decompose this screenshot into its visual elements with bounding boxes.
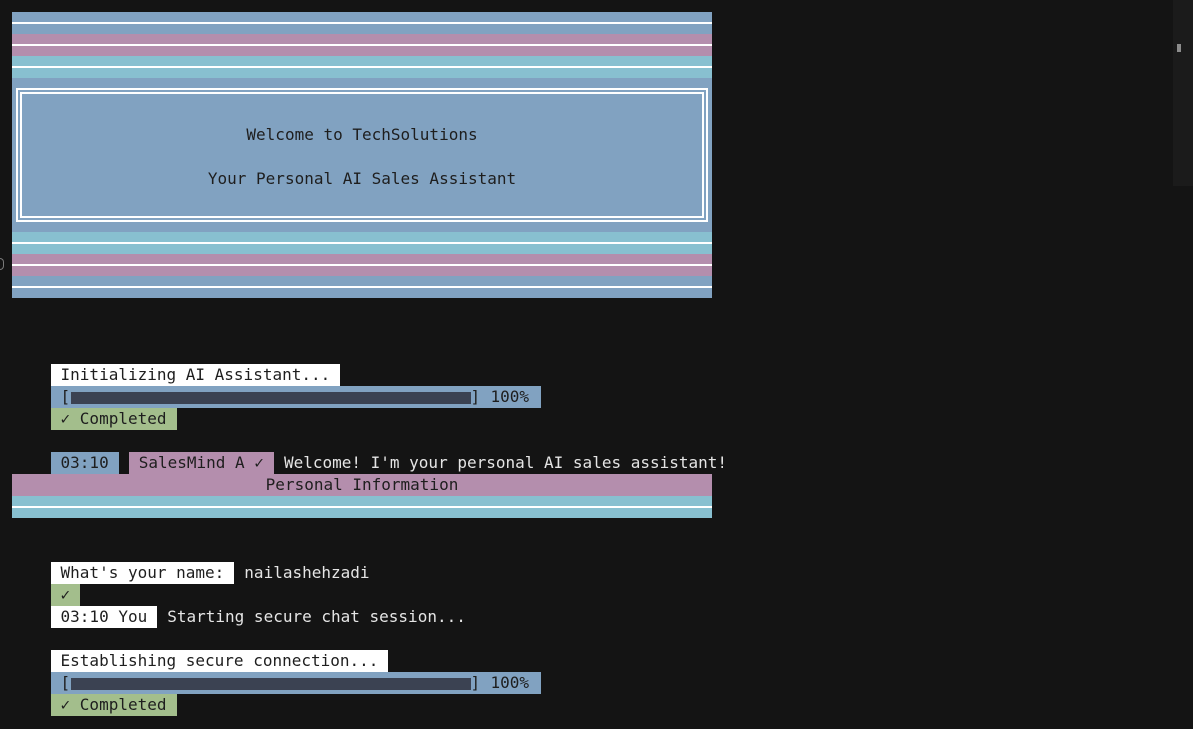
connect-row: Establishing secure connection... [12,628,1172,672]
init-row: Initializing AI Assistant... [12,342,1172,386]
stripe [12,276,712,286]
user-message-text: Starting secure chat session... [167,607,466,626]
stripe [12,254,712,264]
message-sender: SalesMind A ✓ [128,452,274,474]
welcome-banner: Welcome to TechSolutions Your Personal A… [12,12,712,298]
banner-title: Welcome to TechSolutions [246,125,478,144]
stripe [12,56,712,66]
terminal-output: Welcome to TechSolutions Your Personal A… [12,12,1172,716]
connect-progress-row: [ ] 100% [12,650,1172,694]
scrollbar-marker [1177,44,1181,52]
personal-information-header: Personal Information [12,474,712,518]
name-prompt-row[interactable]: What's your name: nailashehzadi [12,540,1172,584]
scrollbar-thumb[interactable] [1173,0,1193,186]
section-title: Personal Information [12,474,712,496]
stripe [12,244,712,254]
stripe [12,34,712,44]
banner-subtitle: Your Personal AI Sales Assistant [207,169,517,188]
banner-stripes-bottom [12,232,712,298]
section-divider [12,496,712,518]
name-check-row: ✓ [12,562,1172,606]
banner-stripes-top [12,12,712,78]
bot-message-row: 03:10 SalesMind A ✓ Welcome! I'm your pers… [12,430,1172,474]
init-status-row: ✓ Completed [12,386,1172,430]
banner-box: Welcome to TechSolutions Your Personal A… [16,88,708,222]
gutter-marker [0,258,4,270]
stripe [12,24,712,34]
message-text: Welcome! I'm your personal AI sales assi… [283,453,728,472]
stripe [12,266,712,276]
stripe [12,232,712,242]
stripe [12,46,712,56]
message-time: 03:10 [50,452,119,474]
banner-box-inner [20,92,704,218]
init-progress-row: [ ] 100% [12,364,1172,408]
vertical-scrollbar[interactable] [1173,0,1193,729]
completed-badge: ✓ Completed [50,408,177,430]
stripe [12,12,712,22]
user-message-row: 03:10 You Starting secure chat session... [12,584,1172,628]
user-time-sender: 03:10 You [50,606,158,628]
completed-badge: ✓ Completed [50,694,177,716]
stripe [12,288,712,298]
connect-status-row: ✓ Completed [12,672,1172,716]
stripe [12,68,712,78]
